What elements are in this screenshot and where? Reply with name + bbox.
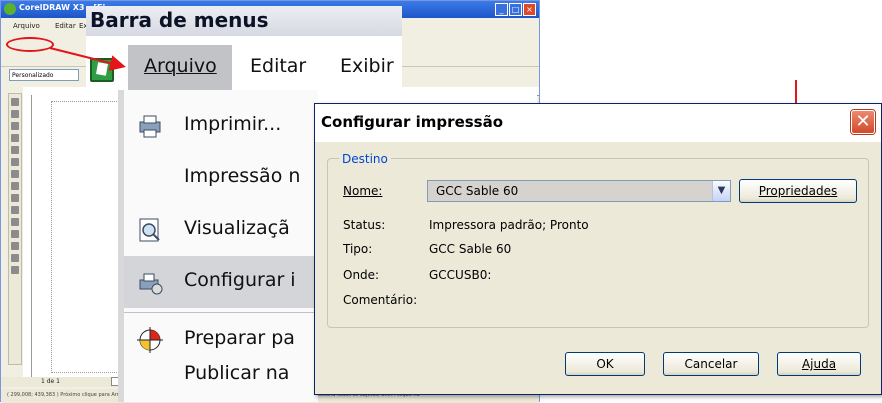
close-icon[interactable]: × [523,3,536,16]
chevron-down-icon[interactable]: ▼ [712,181,730,201]
printer-name-value: GCC Sable 60 [436,184,519,198]
zoom-title-bar: Barra de menus [86,6,402,36]
bg-menu-arquivo[interactable]: Arquivo [13,22,40,30]
crop-tool-icon[interactable] [11,122,19,130]
type-value: GCC Sable 60 [429,242,512,256]
menu-item-publicar[interactable]: Publicar na [124,348,324,400]
document-icon [90,58,114,82]
type-label: Tipo: [343,242,373,256]
close-button[interactable]: ✕ [851,110,875,134]
rectangle-tool-icon[interactable] [11,170,19,178]
bg-menu-editar[interactable]: Editar [55,22,76,30]
menu-separator [124,312,324,313]
menu-item-label: Impressão n [184,165,301,187]
group-legend: Destino [339,152,391,166]
status-label: Status: [343,218,386,232]
eyedropper-tool-icon[interactable] [11,242,19,250]
zoom-menu-arquivo[interactable]: Arquivo [144,55,217,77]
polygon-tool-icon[interactable] [11,194,19,202]
fill-tool-icon[interactable] [11,266,19,274]
interactive-tool-icon[interactable] [11,230,19,238]
menu-item-imprimir[interactable]: Imprimir... [124,100,324,152]
menu-item-label: Configurar i [184,269,296,291]
menu-item-label: Imprimir... [184,113,282,135]
dialog-title: Configurar impressão [321,113,504,131]
preset-select[interactable]: Personalizado [9,69,79,81]
menu-item-visualizacao[interactable]: Visualizaçã [124,204,324,256]
name-label: Nome: [343,184,383,198]
menu-item-impressao[interactable]: Impressão n [124,152,324,204]
properties-label: Propriedades [758,184,838,198]
highlight-ellipse [6,37,54,52]
zoom-menu-editar[interactable]: Editar [250,55,306,77]
coreldraw-logo-icon [4,3,16,15]
text-tool-icon[interactable] [11,218,19,226]
status-value: Impressora padrão; Pronto [429,218,589,232]
print-setup-icon [139,273,163,295]
ruler-vertical [23,95,32,377]
freehand-tool-icon[interactable] [11,146,19,154]
dialog-title-bar: Configurar impressão ✕ [315,104,881,142]
dialog-body: Destino Nome: GCC Sable 60 ▼ Propriedade… [315,142,881,394]
properties-button[interactable]: Propriedades [739,179,857,203]
menu-item-label: Publicar na [184,362,290,384]
minimize-icon[interactable]: _ [495,3,508,16]
help-label: Ajuda [801,357,837,371]
maximize-icon[interactable]: □ [509,3,522,16]
page-count: 1 de 1 [41,378,60,385]
ok-button[interactable]: OK [565,352,645,376]
print-preview-icon [139,218,160,242]
where-value: GCCUSB0: [429,268,492,282]
menu-item-label: Preparar pa [184,327,295,349]
cancel-button[interactable]: Cancelar [663,352,759,376]
smart-fill-tool-icon[interactable] [11,158,19,166]
printer-icon [139,115,161,138]
pick-tool-icon[interactable] [11,98,19,106]
toolbox [8,93,22,365]
zoom-tool-icon[interactable] [11,134,19,142]
shape-tool-icon[interactable] [11,110,19,118]
file-dropdown-menu: Imprimir... Impressão n Visualizaçã Conf… [118,90,324,402]
outline-tool-icon[interactable] [11,254,19,262]
help-button[interactable]: Ajuda [777,352,861,376]
comment-label: Comentário: [343,293,418,307]
zoom-menu-exibir[interactable]: Exibir [340,55,394,77]
zoom-title: Barra de menus [90,8,269,32]
printer-name-select[interactable]: GCC Sable 60 ▼ [427,180,731,202]
ellipse-tool-icon[interactable] [11,182,19,190]
where-label: Onde: [343,268,380,282]
print-setup-dialog: Configurar impressão ✕ Destino Nome: GCC… [314,103,882,395]
menu-item-label: Visualizaçã [184,217,290,239]
basic-shapes-tool-icon[interactable] [11,206,19,214]
menu-item-configurar[interactable]: Configurar i [124,256,324,308]
